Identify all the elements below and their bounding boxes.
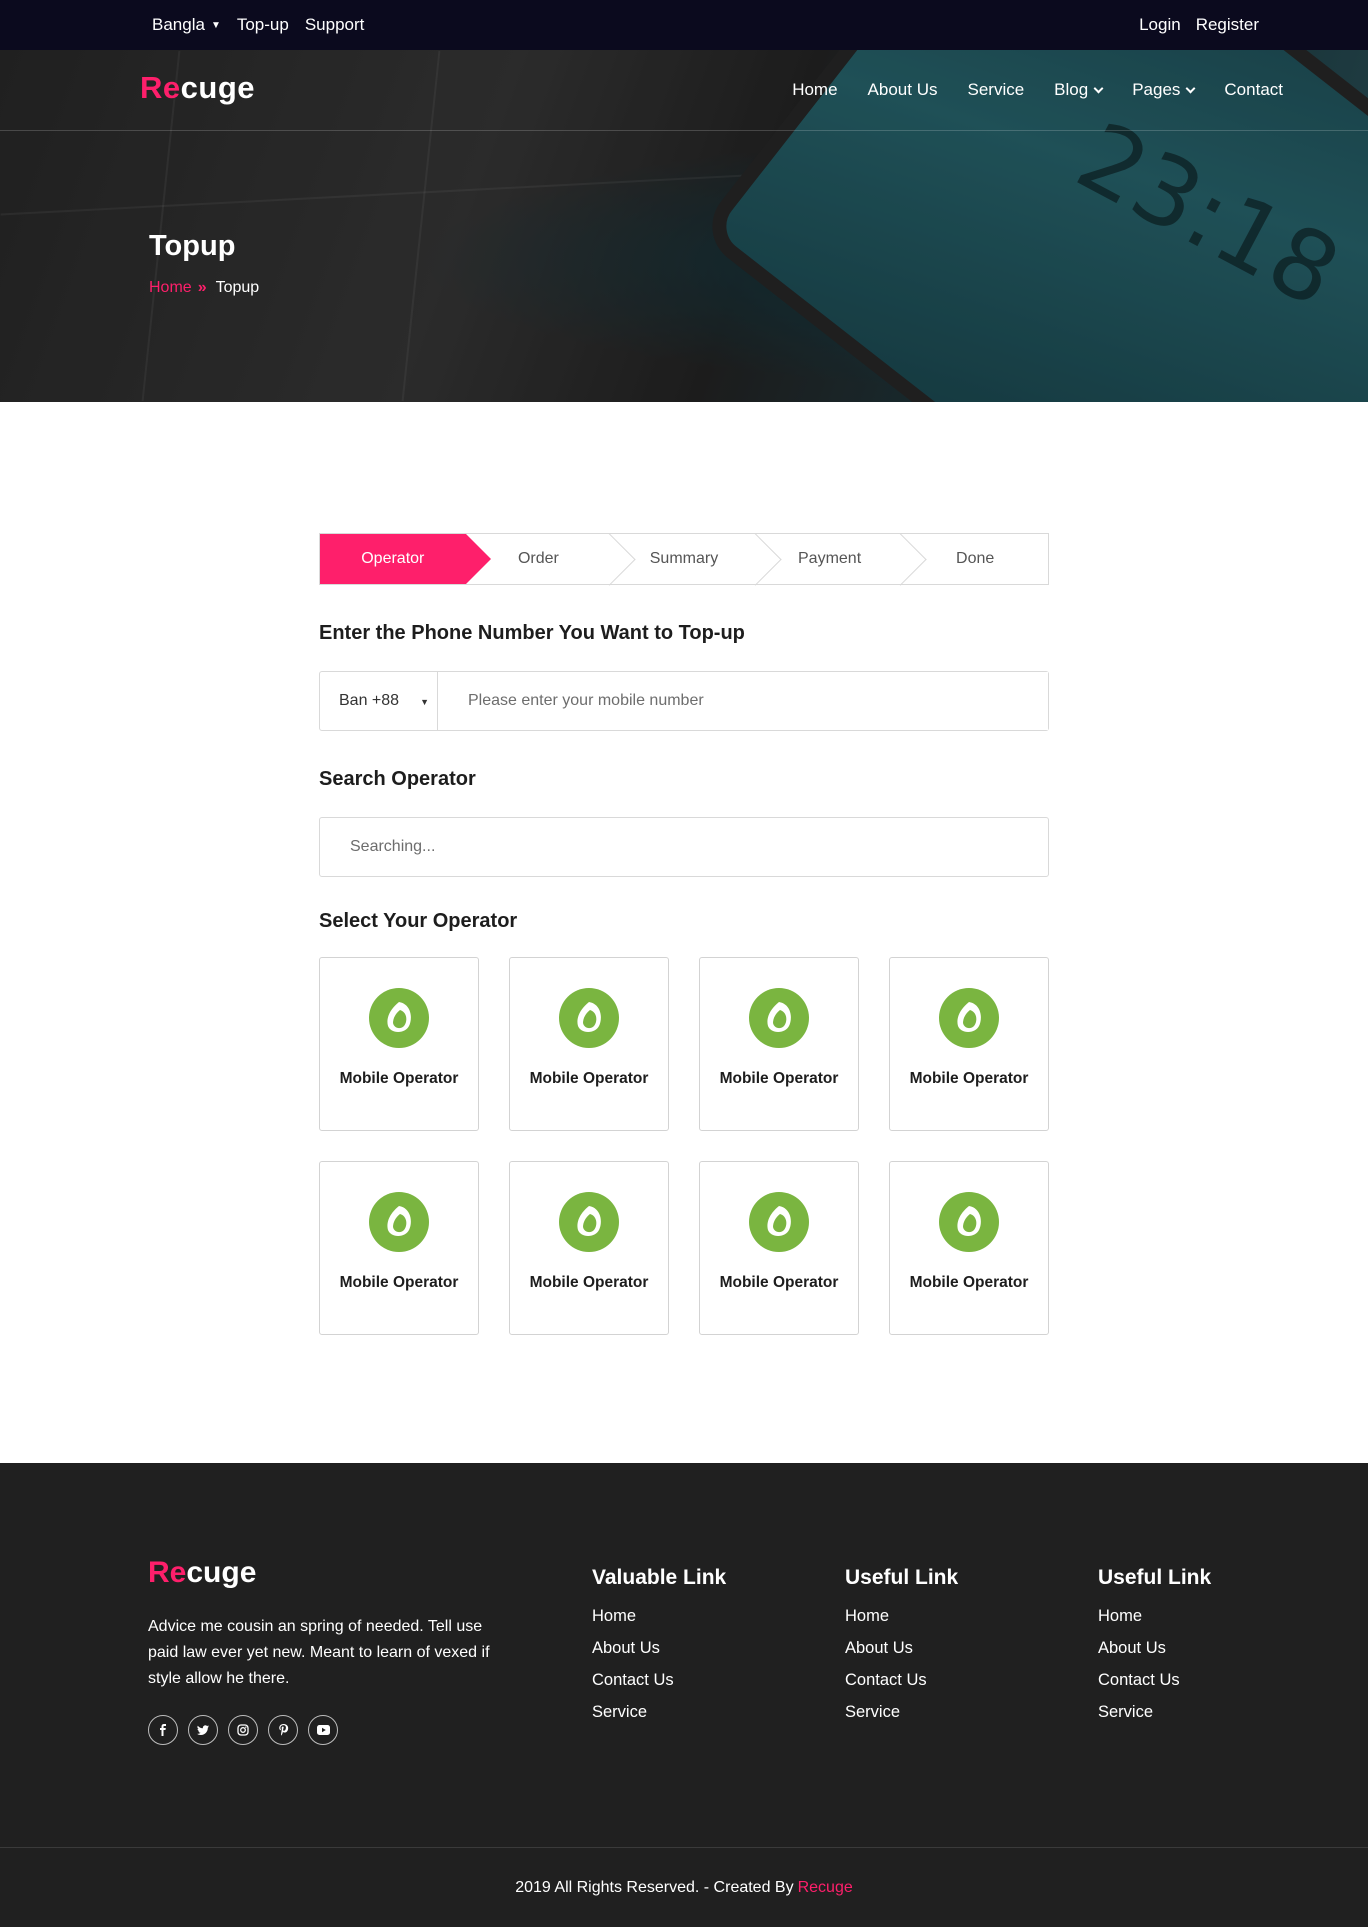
operator-card[interactable]: Mobile Operator — [889, 1161, 1049, 1335]
footer-link-home[interactable]: Home — [592, 1607, 726, 1626]
operator-logo-icon — [749, 988, 809, 1048]
support-link[interactable]: Support — [305, 15, 365, 35]
operator-card[interactable]: Mobile Operator — [699, 1161, 859, 1335]
operators-heading: Select Your Operator — [319, 910, 518, 932]
operator-logo-icon — [939, 988, 999, 1048]
twitter-icon[interactable] — [188, 1715, 218, 1745]
instagram-icon[interactable] — [228, 1715, 258, 1745]
footer-col-useful-links-2: Useful Link Home About Us Contact Us Ser… — [1098, 1566, 1211, 1735]
copyright-brand-link[interactable]: Recuge — [798, 1879, 853, 1897]
nav-home[interactable]: Home — [792, 80, 837, 100]
footer-link-service[interactable]: Service — [845, 1703, 958, 1722]
footer-col-title: Valuable Link — [592, 1566, 727, 1589]
operator-grid: Mobile Operator Mobile Operator Mobile O… — [319, 957, 1049, 1335]
operator-name: Mobile Operator — [529, 1070, 649, 1087]
operator-logo-icon — [749, 1192, 809, 1252]
register-link[interactable]: Register — [1196, 15, 1259, 35]
topup-form: Operator Order Summary Payment Done Ente… — [319, 402, 1049, 1463]
footer-link-contact[interactable]: Contact Us — [845, 1671, 958, 1690]
phone-field: Ban +88 ▼ — [319, 671, 1049, 731]
social-links — [148, 1715, 338, 1745]
operator-name: Mobile Operator — [909, 1070, 1029, 1087]
operator-name: Mobile Operator — [339, 1274, 459, 1291]
copyright-text: 2019 All Rights Reserved. - Created By — [515, 1878, 794, 1896]
nav-menu: Home About Us Service Blog Pages Contact — [792, 50, 1283, 130]
footer-about-text: Advice me cousin an spring of needed. Te… — [148, 1618, 490, 1687]
hero-banner: 23:18 Recuge Home About Us Service Blog … — [0, 50, 1368, 402]
footer-col-useful-links: Useful Link Home About Us Contact Us Ser… — [845, 1566, 958, 1735]
step-divider — [888, 534, 914, 584]
nav-pages[interactable]: Pages — [1132, 80, 1196, 100]
step-divider — [597, 534, 623, 584]
double-chevron-right-icon: » — [197, 279, 207, 296]
facebook-icon[interactable] — [148, 1715, 178, 1745]
operator-logo-icon — [939, 1192, 999, 1252]
breadcrumb: Home » Topup — [149, 279, 259, 297]
nav-about[interactable]: About Us — [868, 80, 938, 100]
youtube-icon[interactable] — [308, 1715, 338, 1745]
operator-name: Mobile Operator — [719, 1070, 839, 1087]
phone-heading: Enter the Phone Number You Want to Top-u… — [319, 622, 745, 644]
site-footer: Recuge Advice me cousin an spring of nee… — [0, 1463, 1368, 1927]
topup-link[interactable]: Top-up — [237, 15, 289, 35]
footer-link-home[interactable]: Home — [1098, 1607, 1211, 1626]
chevron-down-icon — [1185, 83, 1196, 93]
nav-service[interactable]: Service — [967, 80, 1024, 100]
page-title: Topup — [149, 230, 236, 262]
step-divider — [743, 534, 769, 584]
nav-contact[interactable]: Contact — [1224, 80, 1283, 100]
language-select[interactable]: Bangla ▼ — [152, 15, 221, 35]
nav-blog[interactable]: Blog — [1054, 80, 1104, 100]
footer-link-home[interactable]: Home — [845, 1607, 958, 1626]
progress-steps: Operator Order Summary Payment Done — [319, 533, 1049, 585]
footer-link-about[interactable]: About Us — [1098, 1639, 1211, 1658]
login-link[interactable]: Login — [1139, 15, 1181, 35]
operator-logo-icon — [369, 1192, 429, 1252]
footer-logo[interactable]: Recuge — [148, 1556, 256, 1590]
operator-name: Mobile Operator — [909, 1274, 1029, 1291]
footer-link-about[interactable]: About Us — [592, 1639, 726, 1658]
operator-card[interactable]: Mobile Operator — [319, 1161, 479, 1335]
footer-link-contact[interactable]: Contact Us — [1098, 1671, 1211, 1690]
search-heading: Search Operator — [319, 768, 476, 790]
operator-search-input[interactable] — [319, 817, 1049, 877]
footer-link-about[interactable]: About Us — [845, 1639, 958, 1658]
pinterest-icon[interactable] — [268, 1715, 298, 1745]
phone-number-input[interactable] — [438, 672, 1048, 730]
country-code-select[interactable]: Ban +88 ▼ — [320, 672, 438, 730]
footer-link-service[interactable]: Service — [1098, 1703, 1211, 1722]
footer-link-service[interactable]: Service — [592, 1703, 726, 1722]
footer-col-title: Useful Link — [1098, 1566, 1212, 1589]
operator-card[interactable]: Mobile Operator — [699, 957, 859, 1131]
operator-card[interactable]: Mobile Operator — [509, 1161, 669, 1335]
copyright-bar: 2019 All Rights Reserved. - Created By R… — [0, 1847, 1368, 1927]
footer-link-contact[interactable]: Contact Us — [592, 1671, 726, 1690]
operator-name: Mobile Operator — [719, 1274, 839, 1291]
main-nav: Recuge Home About Us Service Blog Pages … — [0, 50, 1368, 131]
operator-logo-icon — [559, 988, 619, 1048]
operator-card[interactable]: Mobile Operator — [509, 957, 669, 1131]
caret-down-icon: ▼ — [210, 20, 221, 31]
operator-logo-icon — [559, 1192, 619, 1252]
operator-card[interactable]: Mobile Operator — [319, 957, 479, 1131]
site-logo[interactable]: Recuge — [140, 70, 255, 106]
caret-down-icon: ▼ — [420, 697, 429, 707]
operator-logo-icon — [369, 988, 429, 1048]
breadcrumb-current: Topup — [215, 279, 260, 296]
chevron-down-icon — [1093, 83, 1104, 93]
footer-col-valuable-links: Valuable Link Home About Us Contact Us S… — [592, 1566, 726, 1735]
operator-name: Mobile Operator — [529, 1274, 649, 1291]
breadcrumb-home[interactable]: Home — [149, 279, 192, 297]
top-bar: Bangla ▼ Top-up Support Login Register — [0, 0, 1368, 50]
operator-card[interactable]: Mobile Operator — [889, 957, 1049, 1131]
operator-name: Mobile Operator — [339, 1070, 459, 1087]
footer-col-title: Useful Link — [845, 1566, 959, 1589]
step-operator[interactable]: Operator — [320, 534, 491, 584]
